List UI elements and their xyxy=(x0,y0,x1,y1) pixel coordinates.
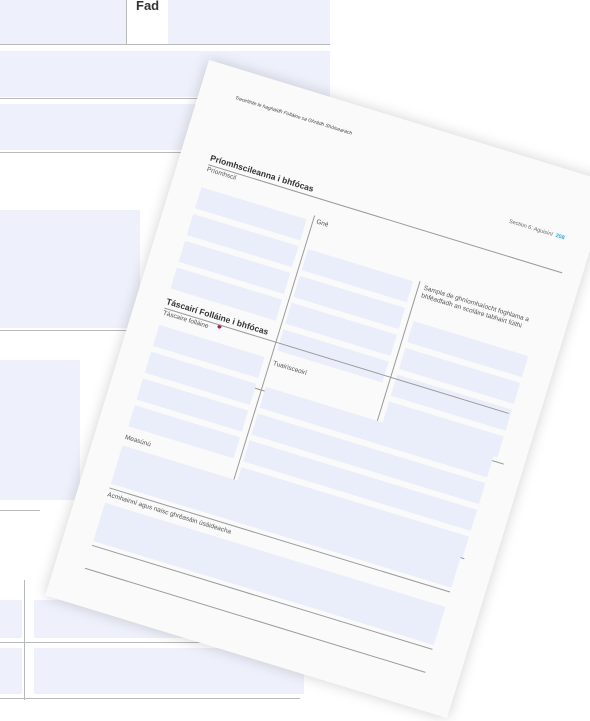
bg-divider xyxy=(0,698,300,699)
bg-cell xyxy=(0,210,140,328)
fad-label: Fad xyxy=(136,0,160,13)
table1-col2-label: Gné xyxy=(315,218,330,229)
section-label: Section 6: Aguisíní208 xyxy=(508,219,565,242)
page-number: 208 xyxy=(554,232,566,242)
table2-col2-label: Tuairisceoirí xyxy=(272,359,308,377)
bg-cell xyxy=(0,648,22,694)
bg-divider xyxy=(126,0,127,44)
bg-cell xyxy=(0,0,126,44)
sheet-header: Treoirlínte le haghaidh Folláine sa Ghrá… xyxy=(234,95,353,137)
section-label-text: Section 6: Aguisíní xyxy=(508,218,554,238)
bg-cell xyxy=(0,360,80,500)
bg-cell xyxy=(0,600,22,638)
bg-divider xyxy=(0,510,40,511)
bg-divider xyxy=(24,580,25,700)
bg-cell xyxy=(168,0,330,44)
bg-divider xyxy=(0,44,330,45)
